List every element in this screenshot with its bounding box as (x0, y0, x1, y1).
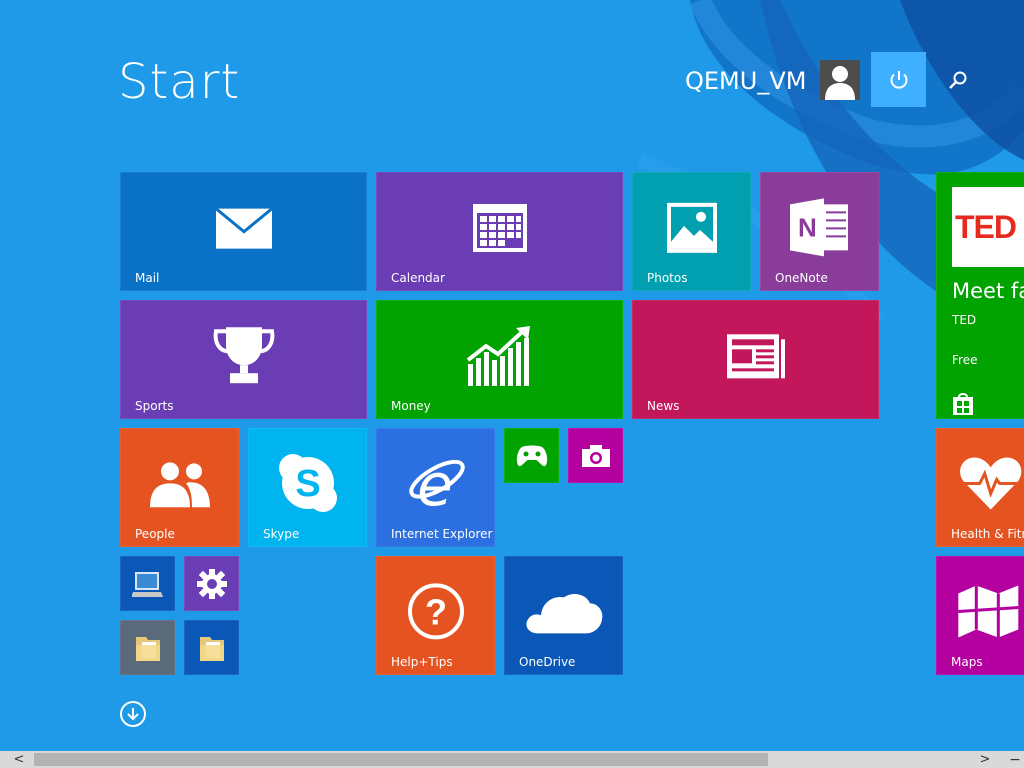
tile-health-fitness[interactable]: Health & Fitne (936, 428, 1024, 547)
tile-onenote[interactable]: N OneNote (760, 172, 879, 291)
power-button[interactable] (871, 52, 926, 107)
ted-publisher: TED (952, 313, 977, 327)
camera-icon (581, 444, 610, 467)
tile-label: Photos (647, 271, 688, 285)
tile-label: Money (391, 399, 431, 413)
ted-app-title: Meet fas (952, 279, 1024, 303)
ted-price: Free (952, 353, 978, 367)
svg-text:S: S (295, 463, 320, 505)
tile-settings[interactable] (184, 556, 239, 611)
user-name[interactable]: QEMU_VM (685, 66, 806, 96)
tile-folder-documents[interactable] (120, 620, 175, 675)
tile-onedrive[interactable]: OneDrive (504, 556, 623, 675)
tile-label: People (135, 527, 175, 541)
tile-photos[interactable]: Photos (632, 172, 751, 291)
scroll-thumb[interactable] (34, 753, 768, 766)
calendar-icon (472, 203, 527, 252)
game-controller-icon (516, 445, 547, 466)
all-apps-button[interactable] (120, 701, 146, 727)
news-icon (726, 333, 785, 378)
tile-label: Internet Explorer (391, 527, 493, 541)
arrow-down-icon (127, 708, 139, 721)
tile-this-pc[interactable] (120, 556, 175, 611)
tile-camera[interactable] (568, 428, 623, 483)
tile-money[interactable]: Money (376, 300, 623, 419)
tile-label: Calendar (391, 271, 445, 285)
tile-label: Mail (135, 271, 160, 285)
tile-skype[interactable]: S Skype (248, 428, 367, 547)
tile-maps[interactable]: Maps (936, 556, 1024, 675)
user-avatar[interactable] (820, 60, 860, 100)
help-icon: ? (407, 582, 464, 639)
tile-label: Help+Tips (391, 655, 453, 669)
mail-icon (214, 207, 273, 249)
folder-icon (199, 636, 224, 661)
search-button[interactable] (944, 66, 972, 94)
tile-label: OneNote (775, 271, 828, 285)
tile-internet-explorer[interactable]: e Internet Explorer (376, 428, 495, 547)
map-icon (958, 585, 1019, 638)
tile-label: Sports (135, 399, 174, 413)
folder-icon (135, 636, 160, 661)
tile-ted-store-app[interactable]: TED Meet fas TED Free (936, 172, 1024, 419)
tile-people[interactable]: People (120, 428, 239, 547)
tile-sports[interactable]: Sports (120, 300, 367, 419)
search-icon (949, 71, 967, 89)
tile-news[interactable]: News (632, 300, 879, 419)
scroll-right-button[interactable]: > (970, 751, 1000, 768)
computer-icon (131, 571, 163, 597)
horizontal-scrollbar[interactable]: < > − (0, 751, 1024, 768)
svg-text:N: N (798, 212, 817, 242)
tile-label: News (647, 399, 680, 413)
cloud-icon (525, 593, 602, 633)
user-silhouette-icon (820, 60, 860, 100)
tile-folder-explorer[interactable] (184, 620, 239, 675)
tile-help-tips[interactable]: ? Help+Tips (376, 556, 495, 675)
tile-games[interactable] (504, 428, 559, 483)
money-chart-icon (466, 325, 530, 386)
tile-label: OneDrive (519, 655, 576, 669)
start-title: Start (118, 54, 241, 110)
tile-label: Maps (951, 655, 983, 669)
onenote-icon: N (789, 197, 848, 256)
tile-label: Health & Fitne (951, 527, 1024, 541)
gear-icon (196, 568, 227, 599)
heart-pulse-icon (960, 457, 1022, 510)
store-bag-icon (953, 393, 973, 415)
tile-label: Skype (263, 527, 300, 541)
skype-icon: S (278, 453, 337, 512)
tile-calendar[interactable]: Calendar (376, 172, 623, 291)
trophy-icon (213, 326, 274, 383)
svg-text:?: ? (425, 591, 447, 632)
tile-mail[interactable]: Mail (120, 172, 367, 291)
people-icon (149, 461, 210, 507)
power-icon (890, 70, 907, 89)
ted-logo: TED (952, 187, 1024, 267)
photos-icon (666, 202, 717, 253)
internet-explorer-icon: e (408, 453, 465, 513)
scroll-left-button[interactable]: < (4, 751, 34, 768)
zoom-out-button[interactable]: − (1006, 751, 1024, 768)
